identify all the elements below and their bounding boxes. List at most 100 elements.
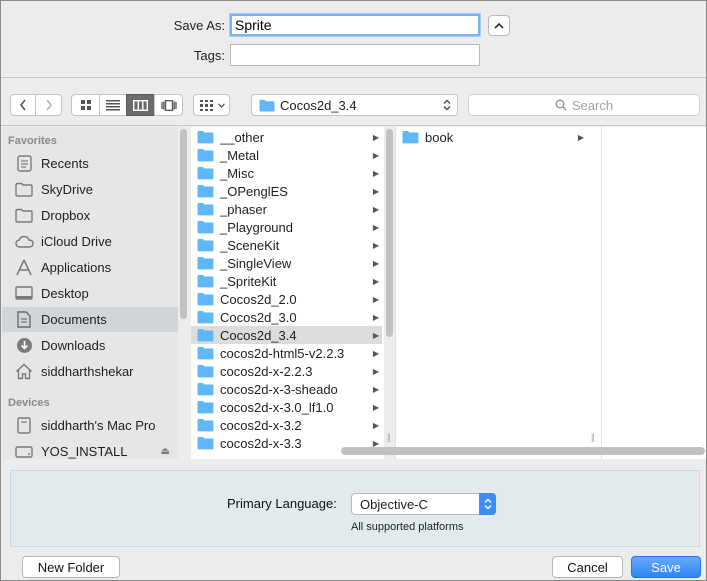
- folder-icon: [14, 181, 34, 199]
- folder-name: __other: [220, 129, 265, 145]
- folder-row[interactable]: cocos2d-x-3.2 ▶: [191, 416, 382, 434]
- folder-name: Cocos2d_2.0: [220, 291, 297, 307]
- folder-row[interactable]: _SingleView ▶: [191, 254, 382, 272]
- folder-name: book: [425, 129, 454, 145]
- sidebar-item-documents[interactable]: Documents: [2, 307, 178, 332]
- disclosure-arrow-icon: ▶: [372, 294, 379, 304]
- coverflow-view-button[interactable]: [154, 94, 183, 116]
- columns-icon: [133, 99, 148, 111]
- folder-name: cocos2d-x-3.0_lf1.0: [220, 399, 334, 415]
- column-resize-handle[interactable]: ||: [387, 432, 391, 442]
- disclosure-arrow-icon: ▶: [372, 168, 379, 178]
- sidebar-item-label: Applications: [41, 260, 112, 275]
- folder-name: _Playground: [220, 219, 293, 235]
- horizontal-scrollbar[interactable]: [341, 447, 705, 455]
- save-as-label: Save As:: [173, 18, 225, 33]
- arrange-button[interactable]: [193, 94, 230, 116]
- folder-row[interactable]: book ▶: [396, 128, 587, 146]
- home-icon: [14, 363, 34, 381]
- disclosure-arrow-icon: ▶: [372, 402, 379, 412]
- folder-row[interactable]: _SpriteKit ▶: [191, 272, 382, 290]
- sidebar-item-desktop[interactable]: Desktop: [2, 281, 178, 306]
- disclosure-arrow-icon: ▶: [372, 186, 379, 196]
- sidebar-item-label: Downloads: [41, 338, 106, 353]
- folder-row[interactable]: _Misc ▶: [191, 164, 382, 182]
- folder-name: cocos2d-x-3.2: [220, 417, 302, 433]
- collapse-button[interactable]: [488, 15, 510, 36]
- folder-name: _phaser: [220, 201, 267, 217]
- grid-icon: [80, 100, 91, 110]
- sidebar-item-applications[interactable]: Applications: [2, 255, 178, 280]
- folder-name: _SingleView: [220, 255, 292, 271]
- new-folder-button[interactable]: New Folder: [22, 556, 120, 578]
- folder-row[interactable]: Cocos2d_3.4 ▶: [191, 326, 382, 344]
- sidebar-item-home[interactable]: siddharthshekar: [2, 359, 178, 384]
- desktop-icon: [14, 285, 34, 303]
- sidebar-item-mac-pro[interactable]: siddharth's Mac Pro: [2, 413, 178, 438]
- folder-name: Cocos2d_3.4: [220, 327, 297, 343]
- favorites-heading: Favorites: [8, 135, 57, 147]
- sidebar-scrollbar[interactable]: [180, 129, 187, 319]
- list-view-button[interactable]: [99, 94, 127, 116]
- disclosure-arrow-icon: ▶: [372, 330, 379, 340]
- folder-row[interactable]: cocos2d-x-2.2.3 ▶: [191, 362, 382, 380]
- downloads-icon: [14, 337, 34, 355]
- sidebar-item-skydrive[interactable]: SkyDrive: [2, 177, 178, 202]
- disclosure-arrow-icon: ▶: [372, 222, 379, 232]
- column-1-scrollbar[interactable]: [386, 129, 393, 337]
- primary-language-select[interactable]: Objective-C: [351, 493, 496, 515]
- folder-row[interactable]: _OPenglES ▶: [191, 182, 382, 200]
- folder-icon: [197, 202, 214, 216]
- cancel-button[interactable]: Cancel: [552, 556, 623, 578]
- tags-label: Tags:: [193, 48, 225, 63]
- folder-row[interactable]: cocos2d-html5-v2.2.3 ▶: [191, 344, 382, 362]
- folder-row[interactable]: Cocos2d_2.0 ▶: [191, 290, 382, 308]
- folder-row[interactable]: Cocos2d_3.0 ▶: [191, 308, 382, 326]
- folder-row[interactable]: _Playground ▶: [191, 218, 382, 236]
- computer-icon: [14, 417, 34, 435]
- icon-view-button[interactable]: [71, 94, 100, 116]
- folder-row[interactable]: __other ▶: [191, 128, 382, 146]
- primary-language-label: Primary Language:: [227, 496, 337, 511]
- chevron-left-icon: [19, 99, 26, 111]
- folder-row[interactable]: _phaser ▶: [191, 200, 382, 218]
- folder-icon: [197, 400, 214, 414]
- save-button[interactable]: Save: [631, 556, 701, 578]
- sidebar-item-icloud-drive[interactable]: iCloud Drive: [2, 229, 178, 254]
- arrange-icon: [200, 99, 213, 111]
- folder-row[interactable]: _Metal ▶: [191, 146, 382, 164]
- disclosure-arrow-icon: ▶: [372, 258, 379, 268]
- sidebar-item-downloads[interactable]: Downloads: [2, 333, 178, 358]
- folder-icon: [197, 130, 214, 144]
- save-as-input[interactable]: [230, 14, 480, 36]
- folder-row[interactable]: cocos2d-x-3-sheado ▶: [191, 380, 382, 398]
- sidebar-item-label: Recents: [41, 156, 89, 171]
- sidebar-item-dropbox[interactable]: Dropbox: [2, 203, 178, 228]
- chevron-right-icon: [45, 99, 52, 111]
- disclosure-arrow-icon: ▶: [372, 150, 379, 160]
- search-field[interactable]: Search: [468, 94, 700, 116]
- column-resize-handle[interactable]: ||: [591, 432, 595, 442]
- sidebar-item-recents[interactable]: Recents: [2, 151, 178, 176]
- folder-name: _SpriteKit: [220, 273, 277, 289]
- folder-name: Cocos2d_3.0: [220, 309, 297, 325]
- eject-icon[interactable]: ⏏: [161, 446, 170, 457]
- folder-icon: [197, 310, 214, 324]
- tags-input[interactable]: [230, 44, 480, 66]
- chevron-down-icon: [218, 102, 225, 108]
- back-button[interactable]: [10, 94, 36, 116]
- folder-row[interactable]: cocos2d-x-3.0_lf1.0 ▶: [191, 398, 382, 416]
- browser-column-2: book ▶: [396, 127, 601, 459]
- documents-icon: [14, 311, 34, 329]
- forward-button[interactable]: [35, 94, 62, 116]
- sidebar-item-label: Documents: [41, 312, 107, 327]
- sidebar-item-label: Dropbox: [41, 208, 91, 223]
- search-icon: [555, 99, 567, 111]
- disclosure-arrow-icon: ▶: [577, 132, 584, 142]
- coverflow-icon: [160, 99, 177, 111]
- column-view-button[interactable]: [126, 94, 155, 116]
- devices-heading: Devices: [8, 397, 50, 409]
- folder-row[interactable]: _SceneKit ▶: [191, 236, 382, 254]
- sidebar-item-yos-install[interactable]: YOS_INSTALL ⏏: [2, 439, 178, 459]
- location-popup[interactable]: Cocos2d_3.4: [251, 94, 458, 116]
